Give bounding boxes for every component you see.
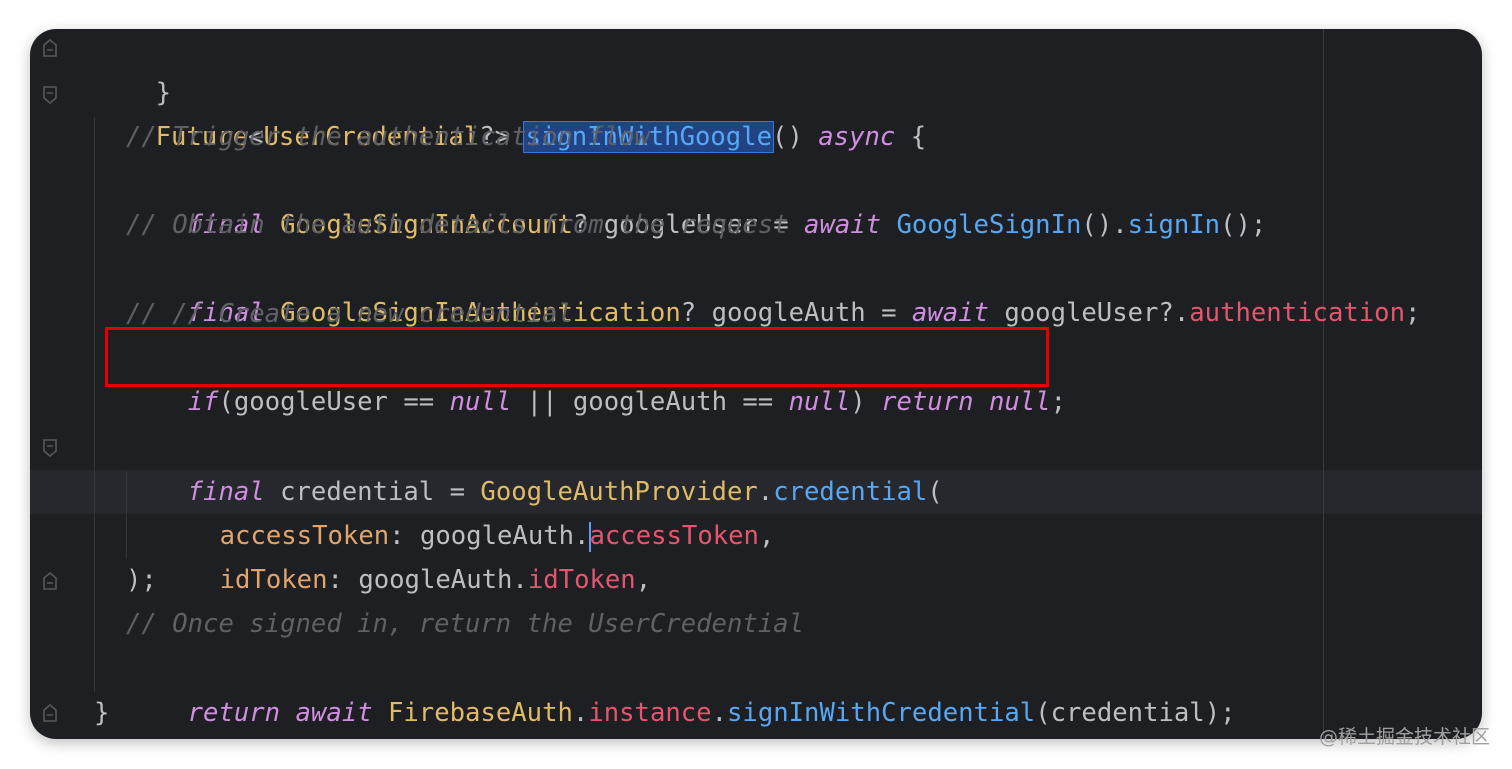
watermark: @稀土掘金技术社区 [1318,726,1490,748]
punct: (). [1081,210,1128,240]
punct: . [711,698,728,728]
punct: , [635,565,652,595]
code-line[interactable]: } [94,29,171,108]
punct: . [572,698,589,728]
code-line[interactable]: Future<UserCredential?> signInWithGoogle… [94,71,926,153]
keyword: null [988,387,1051,417]
keyword: return [881,387,974,417]
code-comment[interactable]: // Obtain the auth details from the requ… [126,203,789,247]
plain-text: googleUser?. [988,298,1190,328]
fold-start-icon[interactable] [42,86,58,104]
code-line[interactable]: final credential = GoogleAuthProvider.cr… [126,426,943,507]
function-name: signInWithCredential [727,698,1036,728]
named-parameter: idToken [219,565,328,595]
function-name: credential [773,477,928,507]
code-comment[interactable]: // Trigger the authentication flow [126,115,650,159]
property-name: authentication [1189,298,1405,328]
punct: (); [1220,210,1267,240]
code-line[interactable]: final GoogleSignInAuthentication? google… [126,247,1421,328]
code-comment[interactable]: // Once signed in, return the UserCreden… [126,602,804,646]
plain-text: : googleAuth. [327,565,528,595]
punct: , [758,521,775,551]
plain-text: ? googleAuth = [680,298,912,328]
punct: ; [1050,387,1067,417]
punct: ( [927,477,943,507]
code-line[interactable]: accessToken: googleAuth.accessToken, [158,470,774,552]
code-line[interactable]: final GoogleSignInAccount? googleUser = … [126,159,1267,240]
editor-gutter [30,29,74,739]
keyword: if [187,387,219,417]
fold-end-icon[interactable] [42,39,58,57]
function-name: signIn [1127,210,1221,240]
plain-text: (credential); [1035,698,1236,728]
plain-text: (googleUser == [218,387,450,417]
fold-end-icon[interactable] [42,704,58,722]
indent-guide [94,117,95,692]
code-line[interactable]: idToken: googleAuth.idToken, [158,514,652,595]
keyword: null [449,387,512,417]
fold-end-icon[interactable] [42,572,58,590]
punct: () [772,122,819,152]
punct: ; [1405,298,1421,328]
keyword: await [911,298,989,328]
keyword: return [187,698,281,728]
code-editor[interactable]: } Future<UserCredential?> signInWithGoog… [30,29,1482,739]
punct: ) [850,387,882,417]
keyword: await [804,210,882,240]
annotation-highlight-box [105,327,1049,387]
plain-text: || googleAuth == [511,387,789,417]
code-line[interactable]: } [94,691,109,735]
property-name: instance [588,698,712,728]
function-name: GoogleSignIn [896,210,1082,240]
keyword: async [818,122,896,152]
fold-start-icon[interactable] [42,439,58,457]
property-name: idToken [527,565,636,595]
right-margin-guide [1323,29,1324,739]
code-line[interactable]: return await FirebaseAuth.instance.signI… [126,647,1236,728]
punct: { [895,122,927,152]
keyword: await [295,698,373,728]
type-name: FirebaseAuth [387,698,573,728]
code-line[interactable]: ); [126,558,157,602]
keyword: null [788,387,851,417]
